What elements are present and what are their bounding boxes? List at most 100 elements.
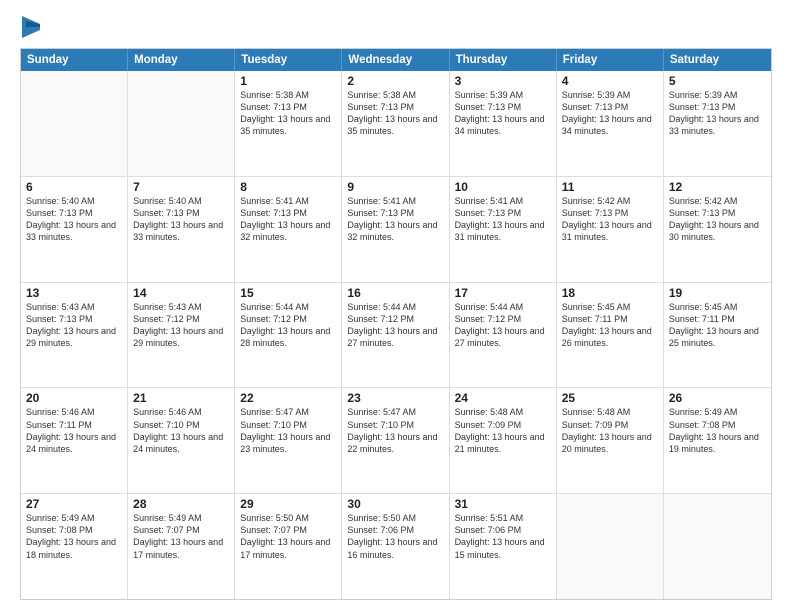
cell-info: Sunrise: 5:44 AM Sunset: 7:12 PM Dayligh… [240,301,336,350]
day-number: 15 [240,286,336,300]
day-number: 10 [455,180,551,194]
cell-info: Sunrise: 5:48 AM Sunset: 7:09 PM Dayligh… [455,406,551,455]
cell-info: Sunrise: 5:46 AM Sunset: 7:10 PM Dayligh… [133,406,229,455]
calendar-row-1: 1Sunrise: 5:38 AM Sunset: 7:13 PM Daylig… [21,71,771,177]
calendar-cell: 12Sunrise: 5:42 AM Sunset: 7:13 PM Dayli… [664,177,771,282]
calendar-cell: 30Sunrise: 5:50 AM Sunset: 7:06 PM Dayli… [342,494,449,599]
day-number: 13 [26,286,122,300]
calendar-cell: 10Sunrise: 5:41 AM Sunset: 7:13 PM Dayli… [450,177,557,282]
day-number: 20 [26,391,122,405]
cell-info: Sunrise: 5:49 AM Sunset: 7:08 PM Dayligh… [26,512,122,561]
cell-info: Sunrise: 5:39 AM Sunset: 7:13 PM Dayligh… [562,89,658,138]
cell-info: Sunrise: 5:45 AM Sunset: 7:11 PM Dayligh… [669,301,766,350]
header-day-monday: Monday [128,49,235,71]
day-number: 1 [240,74,336,88]
calendar-cell: 7Sunrise: 5:40 AM Sunset: 7:13 PM Daylig… [128,177,235,282]
calendar-row-3: 13Sunrise: 5:43 AM Sunset: 7:13 PM Dayli… [21,283,771,389]
day-number: 21 [133,391,229,405]
calendar-body: 1Sunrise: 5:38 AM Sunset: 7:13 PM Daylig… [21,71,771,599]
calendar-cell: 11Sunrise: 5:42 AM Sunset: 7:13 PM Dayli… [557,177,664,282]
cell-info: Sunrise: 5:51 AM Sunset: 7:06 PM Dayligh… [455,512,551,561]
header-day-wednesday: Wednesday [342,49,449,71]
cell-info: Sunrise: 5:44 AM Sunset: 7:12 PM Dayligh… [347,301,443,350]
calendar-cell: 24Sunrise: 5:48 AM Sunset: 7:09 PM Dayli… [450,388,557,493]
cell-info: Sunrise: 5:47 AM Sunset: 7:10 PM Dayligh… [347,406,443,455]
cell-info: Sunrise: 5:38 AM Sunset: 7:13 PM Dayligh… [240,89,336,138]
cell-info: Sunrise: 5:42 AM Sunset: 7:13 PM Dayligh… [669,195,766,244]
calendar-cell: 18Sunrise: 5:45 AM Sunset: 7:11 PM Dayli… [557,283,664,388]
cell-info: Sunrise: 5:49 AM Sunset: 7:07 PM Dayligh… [133,512,229,561]
day-number: 23 [347,391,443,405]
calendar-row-5: 27Sunrise: 5:49 AM Sunset: 7:08 PM Dayli… [21,494,771,599]
calendar-cell: 9Sunrise: 5:41 AM Sunset: 7:13 PM Daylig… [342,177,449,282]
cell-info: Sunrise: 5:39 AM Sunset: 7:13 PM Dayligh… [455,89,551,138]
calendar-cell: 15Sunrise: 5:44 AM Sunset: 7:12 PM Dayli… [235,283,342,388]
calendar-cell: 22Sunrise: 5:47 AM Sunset: 7:10 PM Dayli… [235,388,342,493]
calendar-cell: 17Sunrise: 5:44 AM Sunset: 7:12 PM Dayli… [450,283,557,388]
day-number: 25 [562,391,658,405]
day-number: 31 [455,497,551,511]
cell-info: Sunrise: 5:39 AM Sunset: 7:13 PM Dayligh… [669,89,766,138]
cell-info: Sunrise: 5:49 AM Sunset: 7:08 PM Dayligh… [669,406,766,455]
day-number: 3 [455,74,551,88]
day-number: 9 [347,180,443,194]
calendar: SundayMondayTuesdayWednesdayThursdayFrid… [20,48,772,600]
day-number: 17 [455,286,551,300]
calendar-cell [557,494,664,599]
header [20,18,772,38]
calendar-cell [128,71,235,176]
calendar-cell: 20Sunrise: 5:46 AM Sunset: 7:11 PM Dayli… [21,388,128,493]
calendar-cell: 2Sunrise: 5:38 AM Sunset: 7:13 PM Daylig… [342,71,449,176]
day-number: 27 [26,497,122,511]
day-number: 18 [562,286,658,300]
calendar-cell: 29Sunrise: 5:50 AM Sunset: 7:07 PM Dayli… [235,494,342,599]
logo [20,18,40,38]
day-number: 5 [669,74,766,88]
cell-info: Sunrise: 5:41 AM Sunset: 7:13 PM Dayligh… [240,195,336,244]
day-number: 30 [347,497,443,511]
day-number: 6 [26,180,122,194]
calendar-cell: 4Sunrise: 5:39 AM Sunset: 7:13 PM Daylig… [557,71,664,176]
calendar-cell: 31Sunrise: 5:51 AM Sunset: 7:06 PM Dayli… [450,494,557,599]
day-number: 11 [562,180,658,194]
cell-info: Sunrise: 5:48 AM Sunset: 7:09 PM Dayligh… [562,406,658,455]
day-number: 22 [240,391,336,405]
day-number: 8 [240,180,336,194]
day-number: 12 [669,180,766,194]
calendar-cell: 27Sunrise: 5:49 AM Sunset: 7:08 PM Dayli… [21,494,128,599]
header-day-thursday: Thursday [450,49,557,71]
header-day-saturday: Saturday [664,49,771,71]
calendar-cell: 14Sunrise: 5:43 AM Sunset: 7:12 PM Dayli… [128,283,235,388]
day-number: 16 [347,286,443,300]
cell-info: Sunrise: 5:40 AM Sunset: 7:13 PM Dayligh… [26,195,122,244]
cell-info: Sunrise: 5:43 AM Sunset: 7:13 PM Dayligh… [26,301,122,350]
cell-info: Sunrise: 5:40 AM Sunset: 7:13 PM Dayligh… [133,195,229,244]
calendar-cell: 28Sunrise: 5:49 AM Sunset: 7:07 PM Dayli… [128,494,235,599]
calendar-cell: 25Sunrise: 5:48 AM Sunset: 7:09 PM Dayli… [557,388,664,493]
header-day-friday: Friday [557,49,664,71]
calendar-row-2: 6Sunrise: 5:40 AM Sunset: 7:13 PM Daylig… [21,177,771,283]
cell-info: Sunrise: 5:50 AM Sunset: 7:06 PM Dayligh… [347,512,443,561]
day-number: 19 [669,286,766,300]
calendar-cell [664,494,771,599]
day-number: 28 [133,497,229,511]
header-day-tuesday: Tuesday [235,49,342,71]
cell-info: Sunrise: 5:47 AM Sunset: 7:10 PM Dayligh… [240,406,336,455]
calendar-cell: 3Sunrise: 5:39 AM Sunset: 7:13 PM Daylig… [450,71,557,176]
cell-info: Sunrise: 5:50 AM Sunset: 7:07 PM Dayligh… [240,512,336,561]
cell-info: Sunrise: 5:45 AM Sunset: 7:11 PM Dayligh… [562,301,658,350]
cell-info: Sunrise: 5:41 AM Sunset: 7:13 PM Dayligh… [347,195,443,244]
calendar-cell: 1Sunrise: 5:38 AM Sunset: 7:13 PM Daylig… [235,71,342,176]
cell-info: Sunrise: 5:42 AM Sunset: 7:13 PM Dayligh… [562,195,658,244]
day-number: 26 [669,391,766,405]
logo-icon [22,16,40,38]
calendar-cell: 5Sunrise: 5:39 AM Sunset: 7:13 PM Daylig… [664,71,771,176]
calendar-cell: 16Sunrise: 5:44 AM Sunset: 7:12 PM Dayli… [342,283,449,388]
calendar-row-4: 20Sunrise: 5:46 AM Sunset: 7:11 PM Dayli… [21,388,771,494]
day-number: 24 [455,391,551,405]
calendar-cell: 23Sunrise: 5:47 AM Sunset: 7:10 PM Dayli… [342,388,449,493]
calendar-cell: 21Sunrise: 5:46 AM Sunset: 7:10 PM Dayli… [128,388,235,493]
day-number: 29 [240,497,336,511]
day-number: 4 [562,74,658,88]
calendar-cell [21,71,128,176]
